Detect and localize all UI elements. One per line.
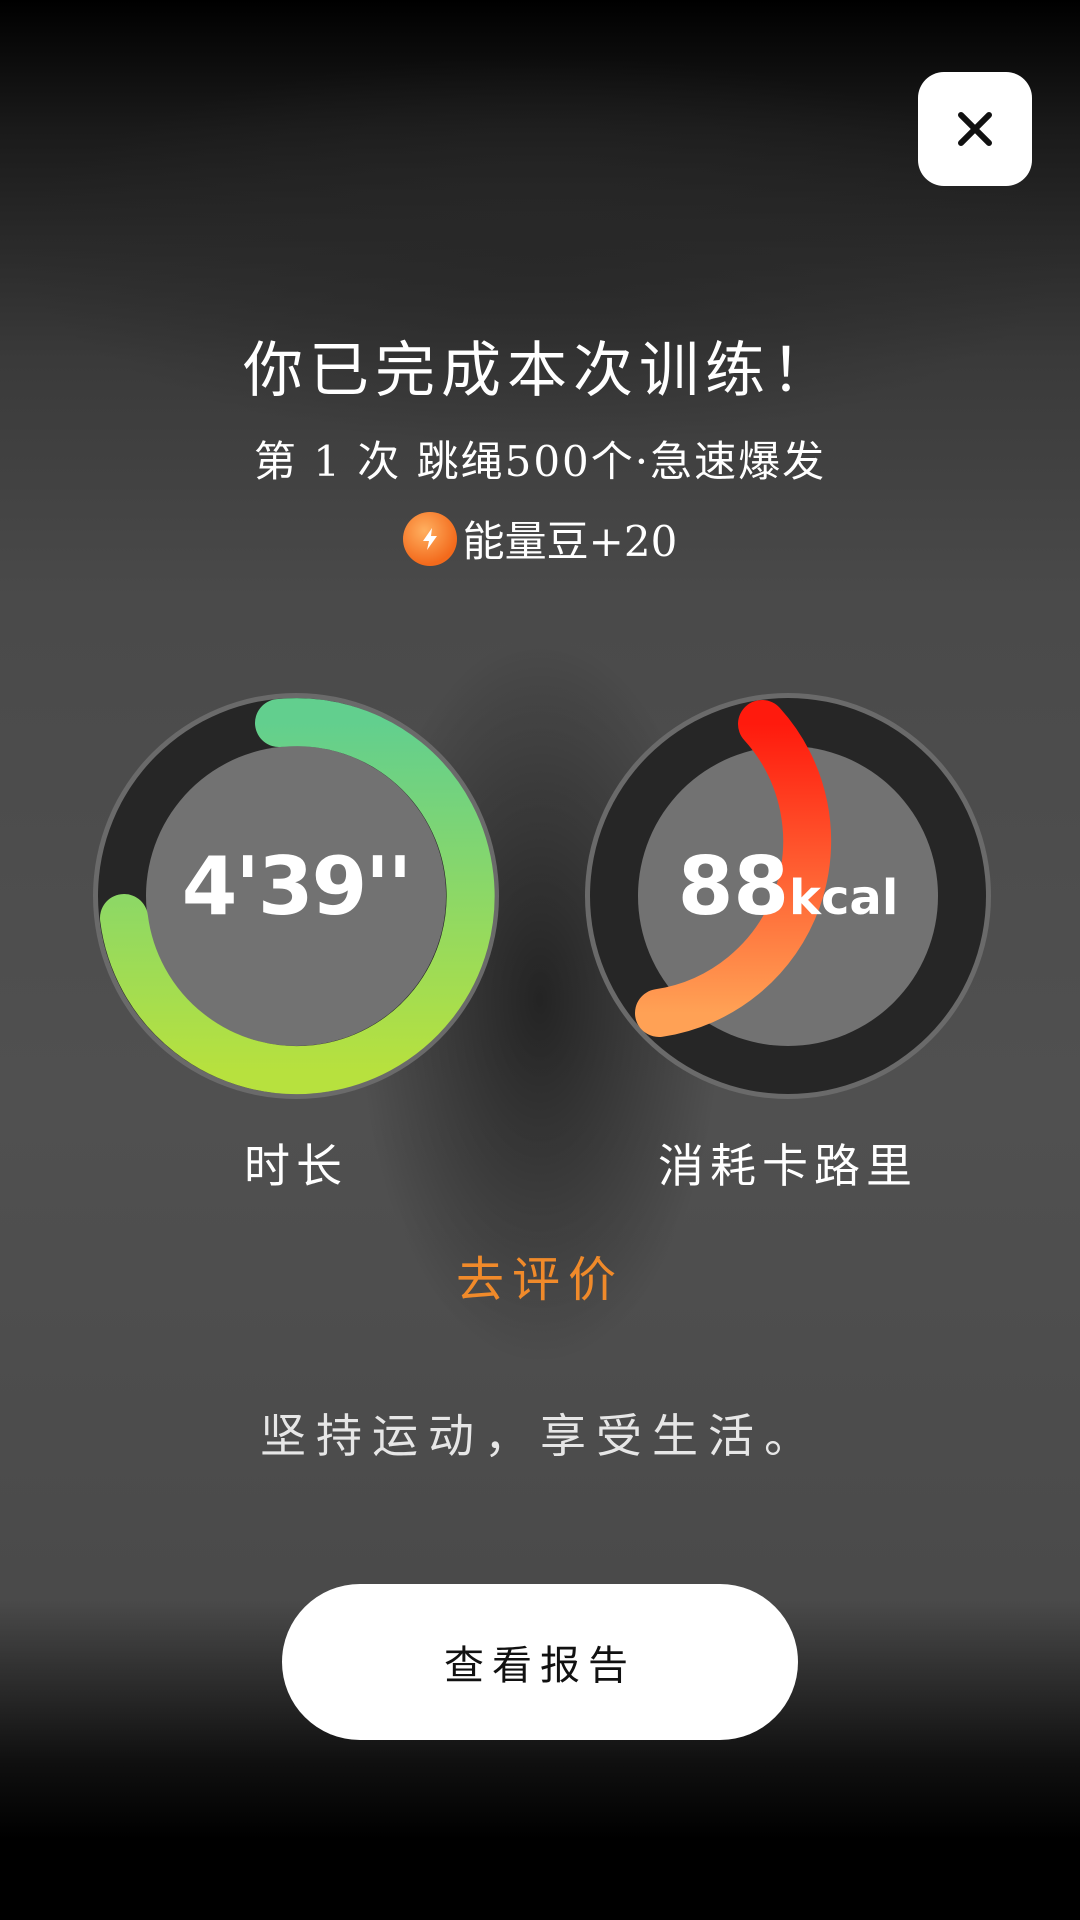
duration-ring: 4'39'' bbox=[90, 690, 502, 1102]
calorie-number: 88 bbox=[677, 840, 790, 933]
completion-title: 你已完成本次训练！ bbox=[243, 336, 837, 406]
reward-row: 能量豆+20 bbox=[0, 508, 1080, 569]
close-icon bbox=[958, 112, 992, 146]
calorie-ring: 88kcal bbox=[582, 690, 994, 1102]
calorie-unit: kcal bbox=[789, 870, 899, 926]
duration-value: 4'39'' bbox=[181, 840, 412, 933]
calorie-value: 88kcal bbox=[582, 840, 994, 933]
view-report-button[interactable]: 查看报告 bbox=[282, 1584, 798, 1740]
calorie-label: 消耗卡路里 bbox=[658, 1139, 918, 1193]
close-button[interactable] bbox=[918, 72, 1032, 186]
reward-text: 能量豆+20 bbox=[462, 517, 678, 566]
training-subtitle: 第 1 次 跳绳500个·急速爆发 bbox=[253, 437, 827, 486]
duration-label: 时长 bbox=[244, 1139, 348, 1193]
energy-bean-icon bbox=[402, 511, 457, 566]
rate-link[interactable]: 去评价 bbox=[0, 1240, 1080, 1310]
motto-text: 坚持运动，享受生活。 bbox=[260, 1409, 820, 1463]
